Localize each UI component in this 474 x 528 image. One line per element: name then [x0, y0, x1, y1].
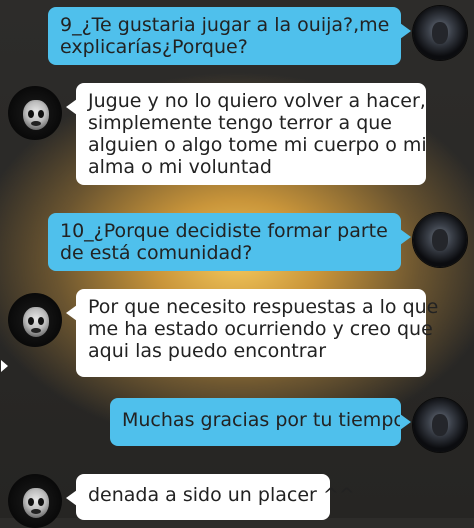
message-bubble[interactable]: 9_¿Te gustaria jugar a la ouija?,me expl…: [48, 7, 411, 65]
message-text-line: Muchas gracias por tu tiempo: [122, 409, 406, 431]
hood-face: [432, 414, 448, 436]
message-text-line: 10_¿Porque decidiste formar parte: [60, 220, 388, 242]
message-text-line: Por que necesito respuestas a lo que: [88, 296, 439, 318]
message-text-line: Jugue y no lo quiero volver a hacer,: [88, 90, 426, 112]
user-avatar[interactable]: [413, 6, 467, 60]
message-text-line: aqui las puedo encontrar: [88, 340, 327, 362]
bubble-tail: [400, 229, 411, 245]
contact-avatar[interactable]: [8, 86, 62, 140]
message-text-line: de está comunidad?: [60, 242, 253, 264]
mask-eye: [28, 317, 34, 325]
message-text-line: me ha estado ocurriendo y creo que: [88, 318, 433, 340]
message-bubble[interactable]: Muchas gracias por tu tiempo: [110, 398, 411, 446]
mask-mouth: [31, 509, 41, 514]
bubble-tail: [66, 490, 77, 506]
mask-eye: [28, 110, 34, 118]
mask-mouth: [31, 121, 41, 126]
message-bubble[interactable]: 10_¿Porque decidiste formar parte de est…: [48, 213, 411, 271]
message-text-line: 9_¿Te gustaria jugar a la ouija?,me: [60, 14, 390, 36]
message-text-line: denada a sido un placer ^^: [88, 484, 355, 506]
chat-thread: 9_¿Te gustaria jugar a la ouija?,me expl…: [0, 0, 474, 528]
mask-mouth: [31, 328, 41, 333]
bubble-tail: [400, 414, 411, 430]
mask-eye: [38, 317, 44, 325]
message-bubble[interactable]: Jugue y no lo quiero volver a hacer, sim…: [66, 83, 427, 185]
message-text-line: alma o mi voluntad: [88, 156, 272, 178]
message-bubble[interactable]: denada a sido un placer ^^: [66, 474, 355, 520]
bubble-tail: [66, 99, 77, 115]
contact-avatar[interactable]: [8, 474, 62, 528]
bubble-tail: [66, 305, 77, 321]
user-avatar[interactable]: [413, 213, 467, 267]
mask-eye: [28, 498, 34, 506]
hood-face: [432, 22, 448, 44]
message-text-line: simplemente tengo terror a que: [88, 112, 392, 134]
message-text-line: explicarías¿Porque?: [60, 36, 248, 58]
user-avatar[interactable]: [413, 398, 467, 452]
contact-avatar[interactable]: [8, 293, 62, 347]
chevron-right-icon[interactable]: [1, 360, 8, 372]
message-bubble[interactable]: Por que necesito respuestas a lo que me …: [66, 289, 439, 377]
message-text-line: alguien o algo tome mi cuerpo o mi: [88, 134, 427, 156]
bubble-tail: [400, 23, 411, 39]
mask-eye: [38, 498, 44, 506]
mask-eye: [38, 110, 44, 118]
hood-face: [432, 229, 448, 251]
